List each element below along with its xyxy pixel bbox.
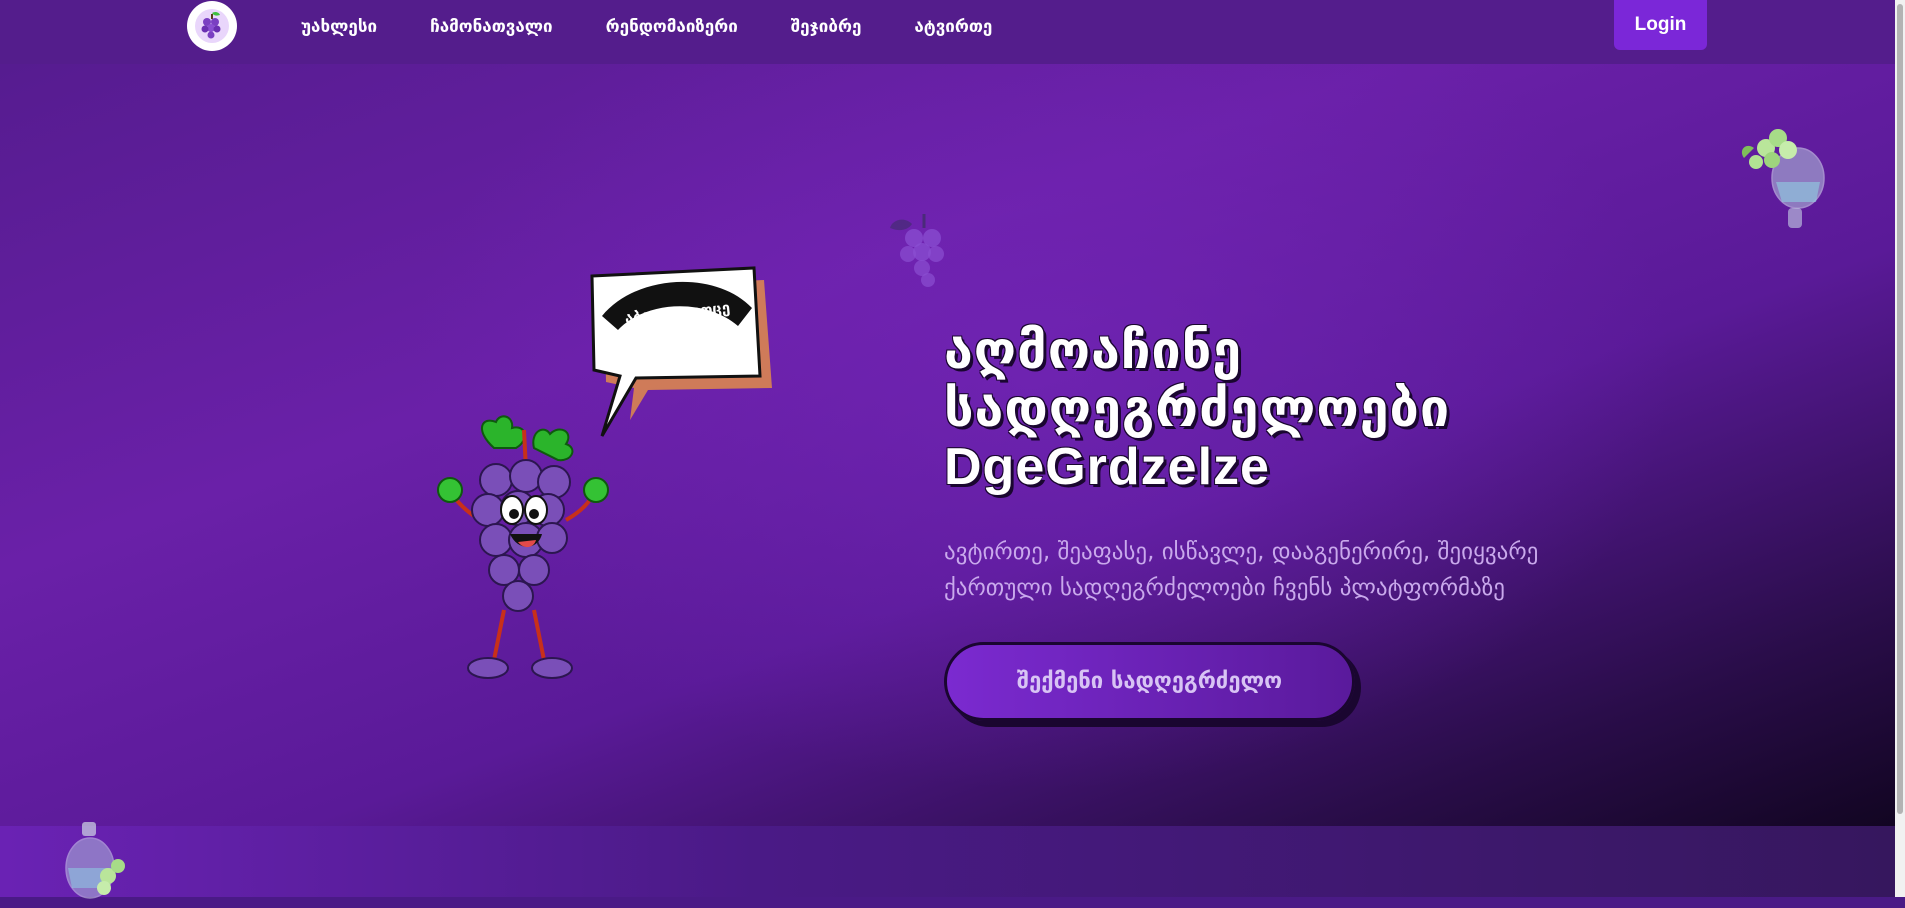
next-section xyxy=(0,822,1895,899)
grape-mascot-icon xyxy=(437,415,609,679)
wine-jug-bottom-icon xyxy=(65,822,125,899)
grape-deco-icon xyxy=(890,214,944,287)
hero-subtitle: ავტირთე, შეაფასე, ისწავლე, დააგენერირე, … xyxy=(944,539,1539,601)
scrollbar-thumb[interactable] xyxy=(1897,4,1903,814)
nav-link-list[interactable]: ჩამონათვალი xyxy=(430,16,553,38)
nav-link-compete[interactable]: შეჯიბრე xyxy=(791,16,862,38)
hero-section: აბა დაილოცე აღმოაჩინე სადღეგრძელოები Dge… xyxy=(0,64,1895,826)
top-navbar: უახლესი ჩამონათვალი რენდომაიზერი შეჯიბრე… xyxy=(0,0,1895,64)
wine-jug-icon xyxy=(1741,129,1825,228)
page-scrollbar[interactable] xyxy=(1895,0,1905,897)
grape-logo-icon xyxy=(195,9,229,43)
hero-title-line1: აღმოაჩინე xyxy=(944,321,1243,381)
hero-title-line3: DgeGrdzelze xyxy=(944,438,1270,496)
login-button[interactable]: Login xyxy=(1614,0,1707,50)
nav-links: უახლესი ჩამონათვალი რენდომაიზერი შეჯიბრე… xyxy=(301,16,1045,38)
nav-link-upload[interactable]: ატვირთე xyxy=(914,16,992,38)
hero-title: აღმოაჩინე სადღეგრძელოები DgeGrdzelze xyxy=(944,322,1450,496)
nav-link-randomizer[interactable]: რენდომაიზერი xyxy=(606,16,738,38)
create-toast-button[interactable]: შექმენი სადღეგრძელო xyxy=(944,642,1355,721)
speech-bubble: აბა დაილოცე xyxy=(590,266,772,437)
nav-link-latest[interactable]: უახლესი xyxy=(301,16,377,38)
hero-title-line2: სადღეგრძელოები xyxy=(944,379,1451,439)
site-logo[interactable] xyxy=(187,1,237,51)
